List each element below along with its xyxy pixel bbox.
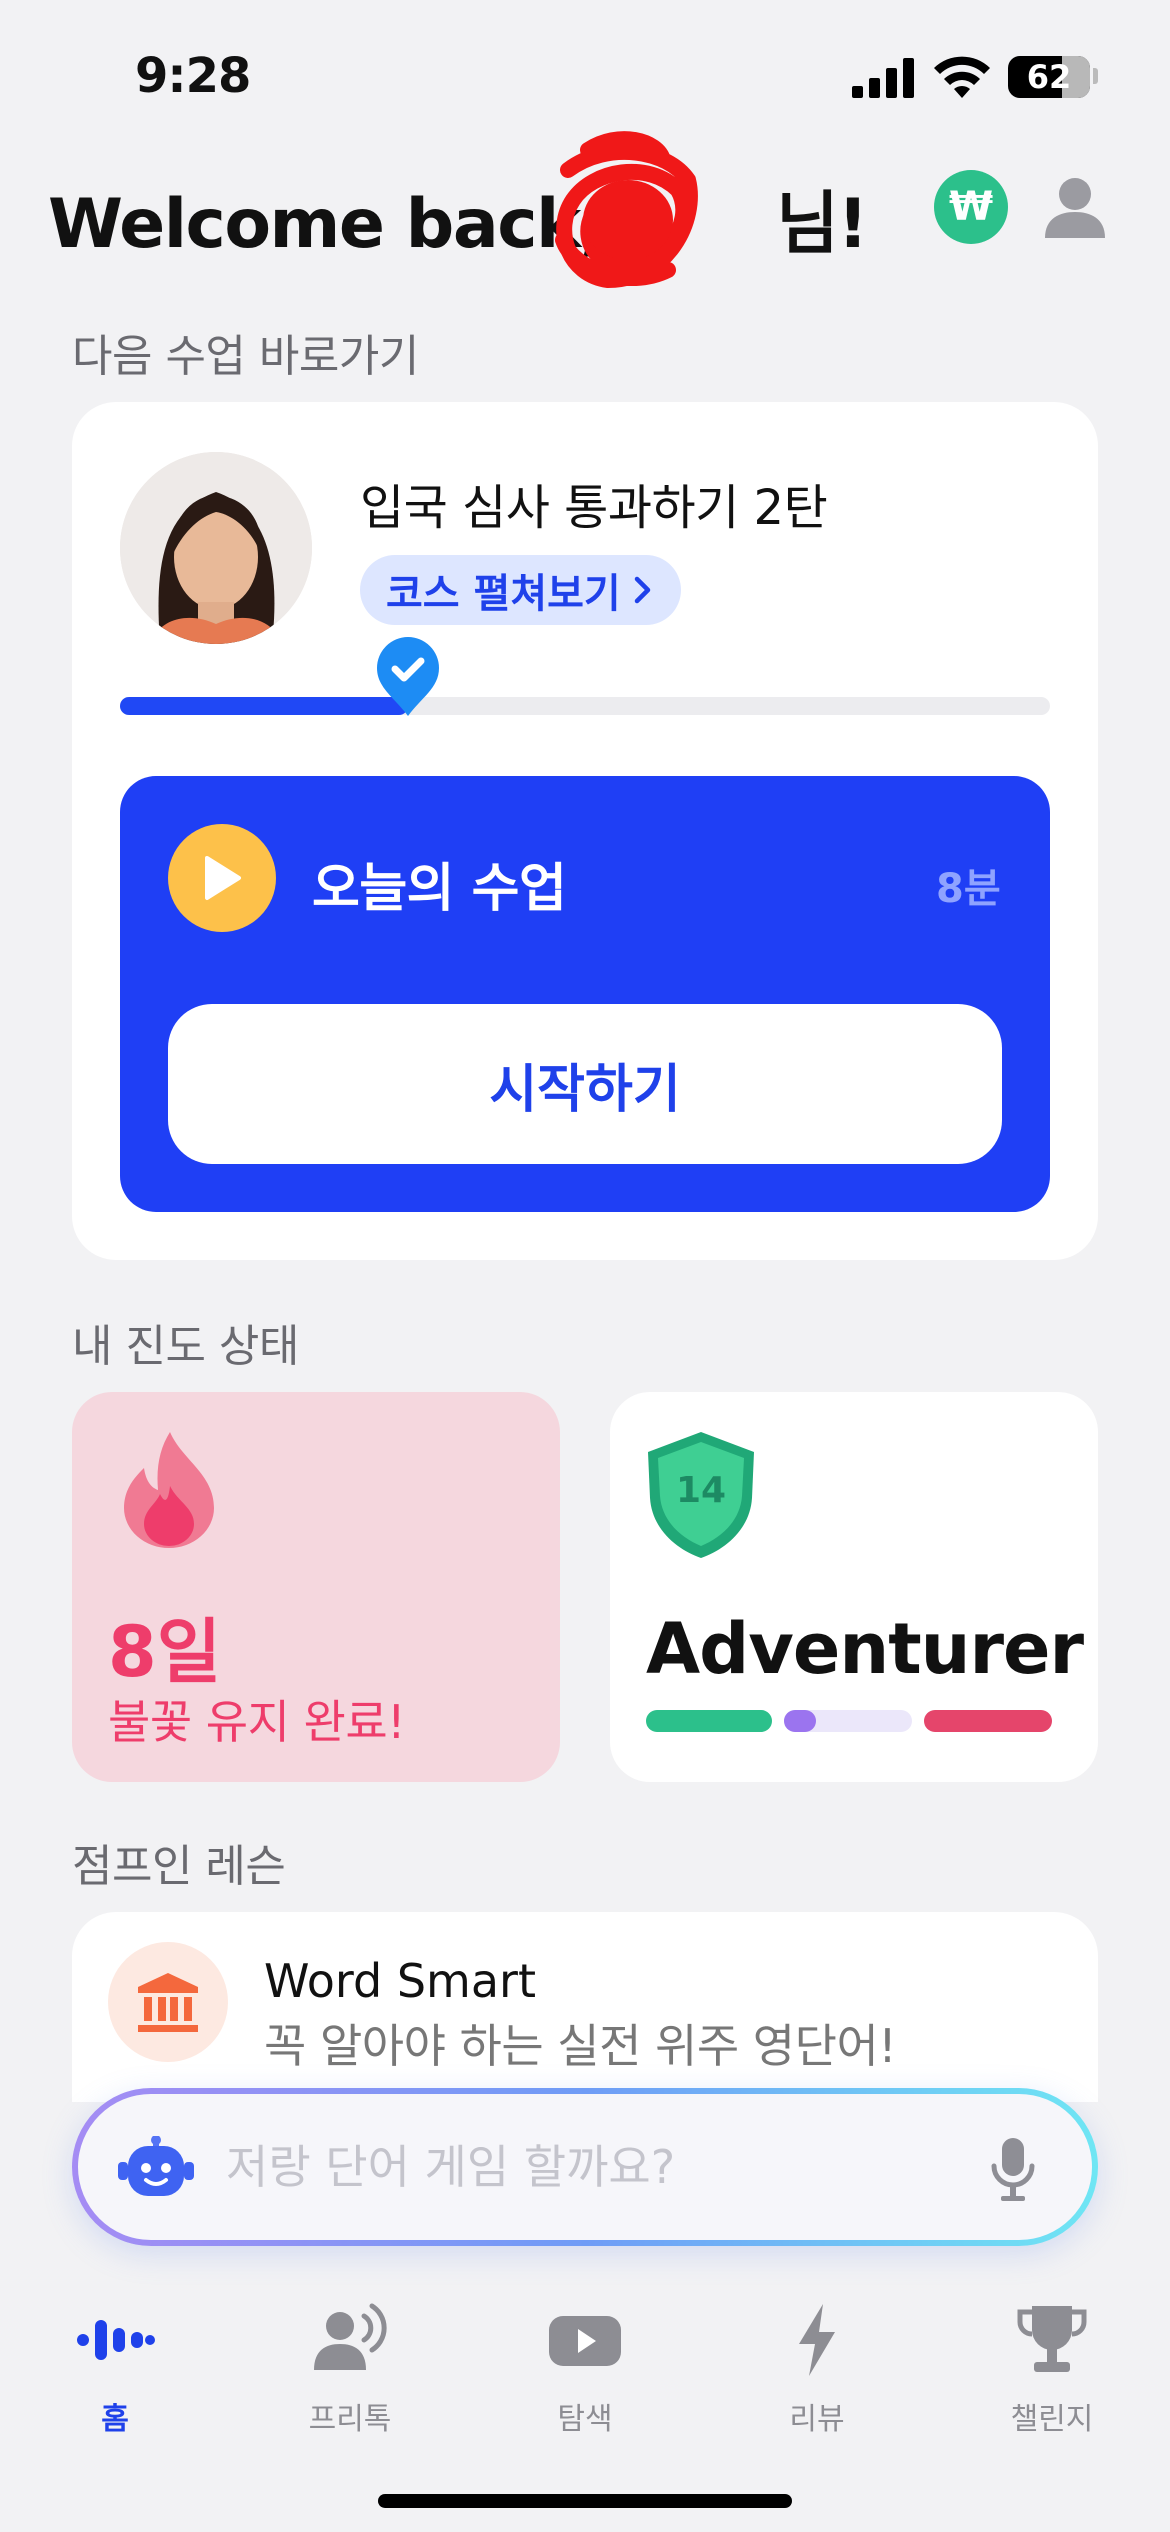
tab-free-talk-label: 프리톡 (308, 2402, 392, 2437)
course-expand-button[interactable]: 코스 펼쳐보기 (360, 555, 681, 625)
lightning-icon (799, 2304, 835, 2376)
jump-in-section-title: 점프인 레슨 (72, 1841, 286, 1892)
play-explore-icon (549, 2316, 621, 2366)
free-talk-icon (314, 2303, 387, 2370)
tab-home-label: 홈 (101, 2402, 129, 2437)
lesson-duration: 8분 (936, 866, 1001, 912)
cellular-signal-icon (852, 58, 914, 98)
lesson-title: 입국 심사 통과하기 2탄 (360, 480, 828, 536)
chat-input[interactable] (226, 2130, 956, 2204)
coin-button[interactable]: ₩ (934, 170, 1008, 244)
welcome-text: Welcome back, (48, 185, 627, 264)
jump-in-title: Word Smart (264, 1954, 537, 2008)
level-bar-3 (924, 1710, 1052, 1732)
jump-in-subtitle: 꼭 알아야 하는 실전 위주 영단어! (264, 2019, 897, 2073)
progress-check-pin-icon (377, 637, 439, 716)
level-shield-badge-icon: 14 (644, 1430, 758, 1560)
level-number: 14 (675, 1470, 727, 1511)
level-bar-2-fill (784, 1710, 816, 1732)
lesson-progress-fill (120, 697, 408, 715)
streak-message: 불꽃 유지 완료! (108, 1695, 406, 1749)
tab-review-label: 리뷰 (789, 2402, 845, 2437)
course-expand-label: 코스 펼쳐보기 (386, 571, 621, 617)
tab-free-talk[interactable]: 프리톡 (270, 2300, 430, 2438)
tab-challenge-label: 챌린지 (1010, 2402, 1094, 2437)
institution-icon (108, 1942, 228, 2062)
status-time: 9:28 (135, 48, 251, 104)
start-button[interactable]: 시작하기 (168, 1004, 1002, 1164)
battery-indicator: 62 (1008, 56, 1098, 98)
level-bar-1 (646, 1710, 772, 1732)
wifi-icon (934, 56, 990, 98)
next-lesson-section-title: 다음 수업 바로가기 (72, 331, 419, 382)
robot-assistant-icon (118, 2136, 194, 2196)
level-name: Adventurer (646, 1608, 1084, 1690)
microphone-icon[interactable] (988, 2136, 1038, 2202)
welcome-heading: Welcome back, 님! (48, 168, 868, 267)
tab-review[interactable]: 리뷰 (737, 2300, 897, 2438)
home-waveform-icon (77, 2320, 155, 2360)
battery-level: 62 (1026, 58, 1072, 96)
welcome-suffix: 님! (776, 185, 868, 264)
redaction-scribble (555, 131, 698, 289)
tab-explore-label: 탐색 (557, 2402, 613, 2437)
tutor-avatar (120, 452, 312, 644)
today-lesson-label: 오늘의 수업 (312, 859, 567, 919)
profile-icon[interactable] (1040, 172, 1110, 242)
streak-days: 8일 (108, 1611, 222, 1693)
home-indicator (378, 2494, 792, 2508)
play-icon[interactable] (168, 824, 276, 932)
flame-icon (124, 1432, 214, 1548)
tab-explore[interactable]: 탐색 (505, 2300, 665, 2438)
progress-section-title: 내 진도 상태 (72, 1321, 299, 1372)
tab-challenge[interactable]: 챌린지 (972, 2300, 1132, 2438)
trophy-icon (1017, 2306, 1087, 2372)
tab-home[interactable]: 홈 (35, 2300, 195, 2438)
chevron-right-icon (634, 576, 650, 604)
